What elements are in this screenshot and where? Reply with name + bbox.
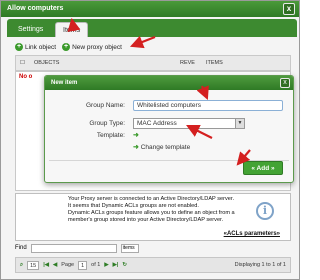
last-page-icon[interactable]: ▶| [113, 262, 119, 268]
page-of-label: of 1 [91, 262, 101, 268]
close-icon[interactable]: x [280, 78, 290, 88]
info-line: It seems that Dynamic ACLs groups are no… [68, 203, 199, 209]
arrow-right-icon: ➜ [133, 132, 139, 139]
template-label: Template: [96, 132, 125, 139]
group-type-label: Group Type: [89, 120, 125, 127]
find-input[interactable] [30, 243, 117, 253]
group-name-input[interactable]: Whitelisted computers [133, 100, 283, 111]
column-reve[interactable]: REVE [180, 60, 195, 66]
page-input[interactable]: 1 [78, 260, 88, 270]
search-icon[interactable]: ⌕ [20, 262, 23, 269]
next-page-icon[interactable]: ▶ [104, 262, 108, 268]
column-items[interactable]: ITEMS [206, 60, 223, 66]
display-count: Displaying 1 to 1 of 1 [234, 262, 286, 268]
pager: ⌕ 15 |◀ ◀ Page 1 of 1 ▶ ▶| ↻ Displaying … [15, 257, 291, 273]
new-proxy-object-label: New proxy object [72, 43, 122, 51]
find-label: Find [15, 245, 27, 251]
plus-icon: + [15, 43, 23, 51]
add-button[interactable]: « Add » [243, 161, 283, 175]
empty-grid-text: No o [19, 74, 33, 80]
new-item-dialog: New item x Group Name: Whitelisted compu… [44, 75, 294, 183]
page-size-select[interactable]: 15 [27, 260, 40, 270]
prev-page-icon[interactable]: ◀ [53, 262, 57, 268]
group-name-label: Group Name: [85, 102, 125, 109]
page-label: Page [61, 262, 75, 268]
chevron-down-icon: ▼ [235, 119, 244, 128]
tab-items[interactable]: Items [55, 22, 89, 37]
find-row: Find items [15, 243, 139, 253]
refresh-icon[interactable]: ↻ [122, 262, 127, 268]
info-line: Dynamic ACLs groups feature allows you t… [68, 210, 235, 223]
group-type-select[interactable]: MAC Address ▼ [133, 118, 245, 129]
find-field-select[interactable]: items [120, 243, 139, 253]
first-page-icon[interactable]: |◀ [43, 262, 49, 268]
window-titlebar: Allow computers x [1, 1, 299, 17]
window-title: Allow computers [7, 5, 64, 12]
group-type-value: MAC Address [137, 120, 177, 127]
change-template-link[interactable]: ➜ Change template [133, 143, 190, 153]
dialog-titlebar: New item [45, 76, 293, 90]
grid-header: ☐ OBJECTS REVE ITEMS [15, 55, 291, 71]
plus-icon: + [62, 43, 71, 51]
group-type-row: Group Type: MAC Address ▼ [45, 118, 295, 130]
select-all-checkbox[interactable]: ☐ [20, 60, 25, 66]
info-icon: i [256, 202, 274, 220]
tab-settings[interactable]: Settings [11, 22, 50, 37]
link-object-label: Link object [25, 43, 57, 51]
column-objects[interactable]: OBJECTS [34, 60, 59, 66]
info-panel: Your Proxy server is connected to an Act… [15, 193, 291, 241]
arrow-right-icon: ➜ [133, 144, 139, 151]
change-template-label: Change template [140, 144, 191, 151]
new-proxy-object-button[interactable]: + New proxy object [62, 43, 122, 51]
close-icon[interactable]: x [283, 3, 295, 15]
link-object-button[interactable]: + Link object [15, 43, 56, 51]
tab-bar: Settings Items [7, 19, 297, 37]
info-line: Your Proxy server is connected to an Act… [68, 196, 235, 202]
items-toolbar: + Link object + New proxy object [15, 41, 122, 53]
group-name-row: Group Name: Whitelisted computers [45, 100, 295, 112]
dialog-title: New item [51, 80, 78, 86]
acls-parameters-link[interactable]: «ACLs parameters» [224, 231, 280, 238]
